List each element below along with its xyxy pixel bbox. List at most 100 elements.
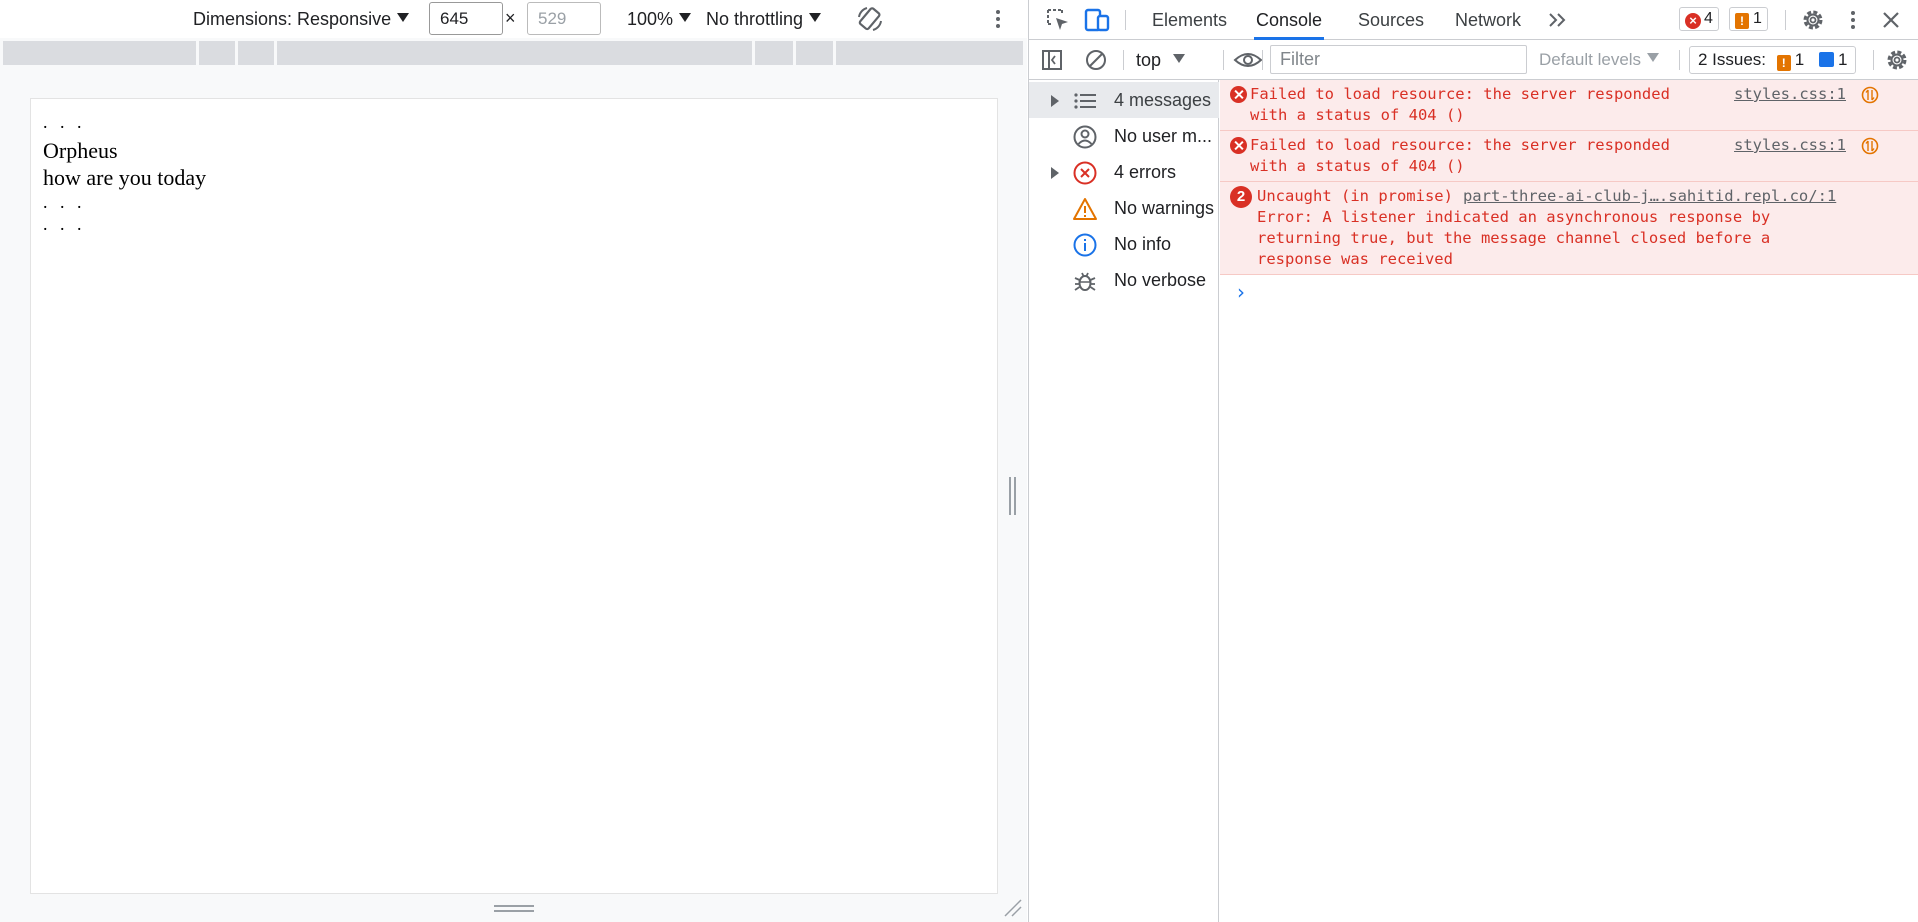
- message-icon: [1818, 52, 1834, 67]
- message-text: Uncaught (in promise): [1257, 187, 1453, 205]
- source-link[interactable]: styles.css:1: [1734, 135, 1846, 156]
- console-prompt[interactable]: ›: [1237, 280, 1245, 304]
- console-messages: Failed to load resource: the server resp…: [1220, 80, 1918, 922]
- message-text: with a status of 404 (): [1250, 157, 1465, 175]
- tab-elements[interactable]: Elements: [1150, 0, 1229, 40]
- devtools-tab-bar: Elements Console Sources Network × 4 ! 1: [1029, 0, 1918, 40]
- sidebar-toggle-icon[interactable]: [1038, 46, 1066, 74]
- sidebar-item-label: No user m...: [1114, 126, 1213, 146]
- sidebar-item-messages[interactable]: 4 messages: [1029, 82, 1219, 118]
- console-error-message[interactable]: Failed to load resource: the server resp…: [1220, 131, 1918, 182]
- media-query-divider: [196, 41, 199, 65]
- chevron-down-icon: [809, 13, 822, 22]
- media-query-divider: [274, 41, 277, 65]
- media-query-divider: [752, 41, 755, 65]
- issues-info-count: 1: [1837, 50, 1848, 69]
- console-error-message[interactable]: Failed to load resource: the server resp…: [1220, 80, 1918, 131]
- sidebar-item-label: No warnings: [1114, 198, 1215, 218]
- network-request-icon[interactable]: [1861, 86, 1879, 104]
- divider: [1679, 50, 1680, 70]
- bug-icon: [1074, 272, 1096, 291]
- close-icon[interactable]: [1877, 6, 1905, 34]
- dimensions-dropdown[interactable]: Dimensions: Responsive: [193, 8, 410, 30]
- console-sidebar: 4 messages No user m... 4 errors No warn: [1029, 80, 1219, 922]
- width-input[interactable]: 645: [429, 2, 503, 35]
- user-icon: [1073, 125, 1097, 149]
- chevron-down-icon: [397, 13, 410, 22]
- sidebar-item-warnings[interactable]: No warnings: [1029, 190, 1219, 226]
- tab-console[interactable]: Console: [1254, 0, 1325, 40]
- expand-arrow-icon[interactable]: [1051, 95, 1059, 107]
- issues-button[interactable]: 2 Issues: ! 1 1: [1689, 46, 1857, 74]
- error-icon: ×: [1685, 13, 1701, 29]
- source-link[interactable]: part-three-ai-club-j….sahitid.repl.co/:1: [1463, 187, 1836, 205]
- devtools-panel: Elements Console Sources Network ×4 !1: [1028, 0, 1918, 922]
- resize-handle-right[interactable]: [1008, 477, 1018, 515]
- emulated-viewport: . . . Orpheus how are you today . . . . …: [30, 98, 998, 894]
- times-separator: ×: [505, 8, 516, 28]
- sidebar-item-label: No verbose: [1114, 270, 1207, 290]
- more-tabs-icon[interactable]: [1543, 6, 1571, 34]
- message-text: Error: A listener indicated an asynchron…: [1257, 208, 1771, 226]
- page-text: how are you today: [43, 165, 207, 190]
- page-text: . . .: [43, 192, 86, 212]
- context-label: top: [1136, 50, 1162, 70]
- error-icon: [1230, 137, 1247, 154]
- media-query-divider: [235, 41, 238, 65]
- message-text: response was received: [1257, 250, 1453, 268]
- settings-gear-icon[interactable]: [1799, 6, 1827, 34]
- resize-handle-bottom[interactable]: [494, 903, 534, 915]
- throttling-label: No throttling: [706, 9, 804, 29]
- sidebar-item-info[interactable]: No info: [1029, 226, 1219, 262]
- sidebar-item-errors[interactable]: 4 errors: [1029, 154, 1219, 190]
- height-input[interactable]: 529: [527, 2, 601, 35]
- message-text: returning true, but the message channel …: [1257, 229, 1771, 247]
- error-count-badge[interactable]: × 4: [1679, 7, 1719, 31]
- throttling-dropdown[interactable]: No throttling: [706, 8, 822, 30]
- resize-handle-corner[interactable]: [1003, 898, 1023, 918]
- console-toolbar: top Filter Default levels 2 Issues: ! 1 1: [1029, 40, 1918, 80]
- chevron-down-icon: [1173, 54, 1186, 63]
- live-expression-eye-icon[interactable]: [1233, 46, 1263, 74]
- inspect-element-icon[interactable]: [1044, 6, 1072, 34]
- sidebar-item-label: No info: [1114, 234, 1172, 254]
- dimensions-label: Dimensions: Responsive: [193, 9, 392, 29]
- console-settings-gear-icon[interactable]: [1883, 46, 1911, 74]
- repeat-count-badge: 2: [1230, 186, 1252, 208]
- message-text: with a status of 404 (): [1250, 106, 1465, 124]
- tab-network[interactable]: Network: [1453, 0, 1523, 40]
- device-emulation-pane: Dimensions: Responsive 645 × 529 100% No…: [0, 0, 1027, 922]
- device-toggle-icon[interactable]: [1083, 6, 1111, 34]
- sidebar-item-user-messages[interactable]: No user m...: [1029, 118, 1219, 154]
- divider: [1223, 50, 1224, 70]
- warning-count: 1: [1753, 10, 1762, 27]
- log-levels-label: Default levels: [1539, 50, 1642, 69]
- source-link[interactable]: styles.css:1: [1734, 84, 1846, 105]
- media-query-bar[interactable]: [3, 41, 1023, 65]
- filter-input[interactable]: Filter: [1270, 45, 1527, 74]
- error-count: 4: [1704, 10, 1713, 27]
- expand-arrow-icon[interactable]: [1051, 167, 1059, 179]
- divider: [1262, 50, 1263, 70]
- page-text: . . .: [43, 112, 86, 132]
- divider: [1873, 50, 1874, 70]
- more-options-icon[interactable]: [990, 6, 1006, 32]
- divider: [1785, 10, 1786, 30]
- media-query-divider: [833, 41, 836, 65]
- clear-console-icon[interactable]: [1082, 46, 1110, 74]
- log-levels-dropdown[interactable]: Default levels: [1539, 47, 1660, 73]
- console-error-message[interactable]: 2 Uncaught (in promise) part-three-ai-clu…: [1220, 182, 1918, 275]
- zoom-dropdown[interactable]: 100%: [627, 8, 692, 30]
- warning-count-badge[interactable]: ! 1: [1729, 7, 1768, 31]
- sidebar-item-verbose[interactable]: No verbose: [1029, 262, 1219, 298]
- context-dropdown[interactable]: top: [1136, 47, 1186, 73]
- customize-devtools-icon[interactable]: [1839, 6, 1867, 34]
- tab-sources[interactable]: Sources: [1356, 0, 1426, 40]
- error-icon: [1230, 86, 1247, 103]
- page-text: Orpheus: [43, 138, 118, 163]
- media-query-divider: [793, 41, 796, 65]
- network-request-icon[interactable]: [1861, 137, 1879, 155]
- list-icon: [1074, 93, 1096, 109]
- warning-icon: [1073, 198, 1097, 220]
- rotate-icon[interactable]: [855, 4, 885, 34]
